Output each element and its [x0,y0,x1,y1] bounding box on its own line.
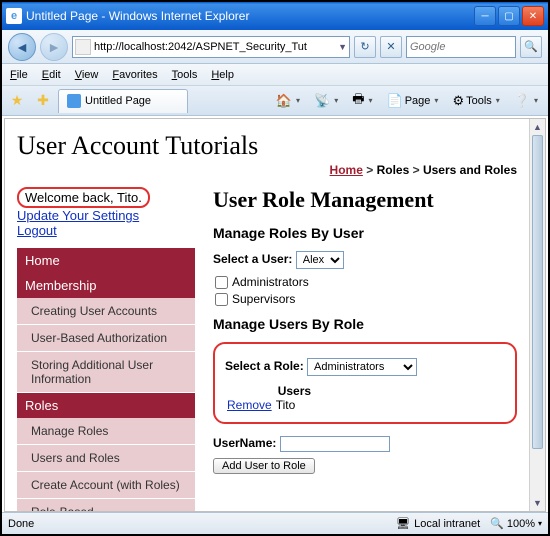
breadcrumb-current: Users and Roles [423,163,517,177]
select-role-label: Select a Role: [225,359,304,373]
nav-item[interactable]: Storing Additional User Information [17,352,195,393]
tools-tool-button[interactable]: ⚙Tools [446,90,505,112]
nav-item[interactable]: Manage Roles [17,418,195,445]
rss-icon: 📡 [314,93,330,109]
role-checkbox-label: Supervisors [232,292,295,306]
scroll-down-icon[interactable]: ▼ [530,495,545,511]
help-tool-button[interactable]: ❔ [508,90,544,112]
nav-item[interactable]: Create Account (with Roles) [17,472,195,499]
byuser-heading: Manage Roles By User [213,225,517,241]
feeds-tool-button[interactable]: 📡 [308,90,344,112]
user-cell: Tito [274,398,315,412]
status-bar: Done 🖥 Local intranet 🔍 100% ▾ [2,512,548,534]
username-input[interactable] [280,436,390,452]
status-text: Done [8,518,34,530]
tab-label: Untitled Page [85,95,151,107]
back-button[interactable]: ◄ [8,33,36,61]
maximize-button[interactable]: ▢ [498,6,520,26]
page-favicon [75,39,91,55]
users-column-header: Users [274,384,315,398]
search-button[interactable]: 🔍 [520,36,542,58]
remove-user-link[interactable]: Remove [227,398,272,412]
scroll-up-icon[interactable]: ▲ [530,119,545,135]
refresh-button[interactable]: ↻ [354,36,376,58]
ie-icon: e [6,8,22,24]
nav-item[interactable]: Creating User Accounts [17,298,195,325]
tab-favicon [67,94,81,108]
nav-section-head[interactable]: Home [17,248,195,273]
zone-label: Local intranet [414,518,480,530]
zoom-icon: 🔍 [490,517,504,530]
search-box[interactable] [406,36,516,58]
breadcrumb: Home > Roles > Users and Roles [17,163,517,177]
nav-toolbar: ◄ ► ▼ ↻ ✕ 🔍 [2,30,548,64]
page-title: User Account Tutorials [17,131,517,161]
role-checkbox-row: Administrators [215,275,517,289]
content-viewport: ▲ ▼ User Account Tutorials Home > Roles … [4,118,546,512]
breadcrumb-home[interactable]: Home [330,163,363,177]
breadcrumb-roles: Roles [377,163,410,177]
logout-link[interactable]: Logout [17,223,195,238]
print-tool-button[interactable]: 🖶 [346,90,378,112]
minimize-button[interactable]: ─ [474,6,496,26]
menu-favorites[interactable]: Favorites [112,69,157,81]
select-role-dropdown[interactable]: Administrators [307,358,417,376]
role-checkbox[interactable] [215,293,228,306]
browser-tab[interactable]: Untitled Page [58,89,188,113]
vertical-scrollbar[interactable]: ▲ ▼ [529,119,545,511]
section-heading: User Role Management [213,187,517,213]
favorites-star-icon[interactable]: ★ [6,90,28,112]
zoom-dropdown-icon[interactable]: ▾ [538,519,542,528]
role-checkbox[interactable] [215,276,228,289]
nav-item[interactable]: Users and Roles [17,445,195,472]
byrole-heading: Manage Users By Role [213,316,517,332]
address-bar[interactable]: ▼ [72,36,350,58]
menu-view[interactable]: View [75,69,99,81]
table-row: RemoveTito [225,398,315,412]
address-dropdown-icon[interactable]: ▼ [338,42,347,52]
tab-toolbar: ★ ✚ Untitled Page 🏠 📡 🖶 📄Page ⚙Tools ❔ [2,86,548,116]
home-tool-button[interactable]: 🏠 [270,90,306,112]
forward-button[interactable]: ► [40,33,68,61]
nav-section-head[interactable]: Roles [17,393,195,418]
welcome-message: Welcome back, Tito. [17,187,150,208]
nav-item[interactable]: Role-Based [17,499,195,512]
window-titlebar: e Untitled Page - Windows Internet Explo… [2,2,548,30]
users-table: Users RemoveTito [225,384,315,412]
select-user-label: Select a User: [213,252,292,266]
nav-section-head[interactable]: Membership [17,273,195,298]
window-title: Untitled Page - Windows Internet Explore… [26,9,474,23]
close-button[interactable]: ✕ [522,6,544,26]
menu-edit[interactable]: Edit [42,69,61,81]
role-checkbox-row: Supervisors [215,292,517,306]
username-label: UserName: [213,436,276,450]
update-settings-link[interactable]: Update Your Settings [17,208,195,223]
role-checkbox-label: Administrators [232,275,309,289]
select-user-dropdown[interactable]: Alex [296,251,344,269]
side-navigation: HomeMembershipCreating User AccountsUser… [17,248,195,512]
scroll-thumb[interactable] [532,135,543,449]
nav-item[interactable]: User-Based Authorization [17,325,195,352]
help-icon: ❔ [514,93,530,109]
page-tool-button[interactable]: 📄Page [381,90,445,112]
users-by-role-panel: Select a Role: Administrators Users Remo… [213,342,517,424]
page-icon: 📄 [387,93,403,109]
stop-button[interactable]: ✕ [380,36,402,58]
zoom-value: 100% [507,518,535,530]
zone-icon: 🖥 [396,517,410,530]
url-input[interactable] [94,41,338,53]
menu-file[interactable]: File [10,69,28,81]
home-icon: 🏠 [276,93,292,109]
search-input[interactable] [410,41,512,53]
menu-bar: File Edit View Favorites Tools Help [2,64,548,86]
menu-help[interactable]: Help [211,69,234,81]
add-favorite-icon[interactable]: ✚ [32,90,54,112]
print-icon: 🖶 [352,90,364,112]
menu-tools[interactable]: Tools [172,69,198,81]
add-user-button[interactable]: Add User to Role [213,458,315,474]
gear-icon: ⚙ [452,93,464,109]
